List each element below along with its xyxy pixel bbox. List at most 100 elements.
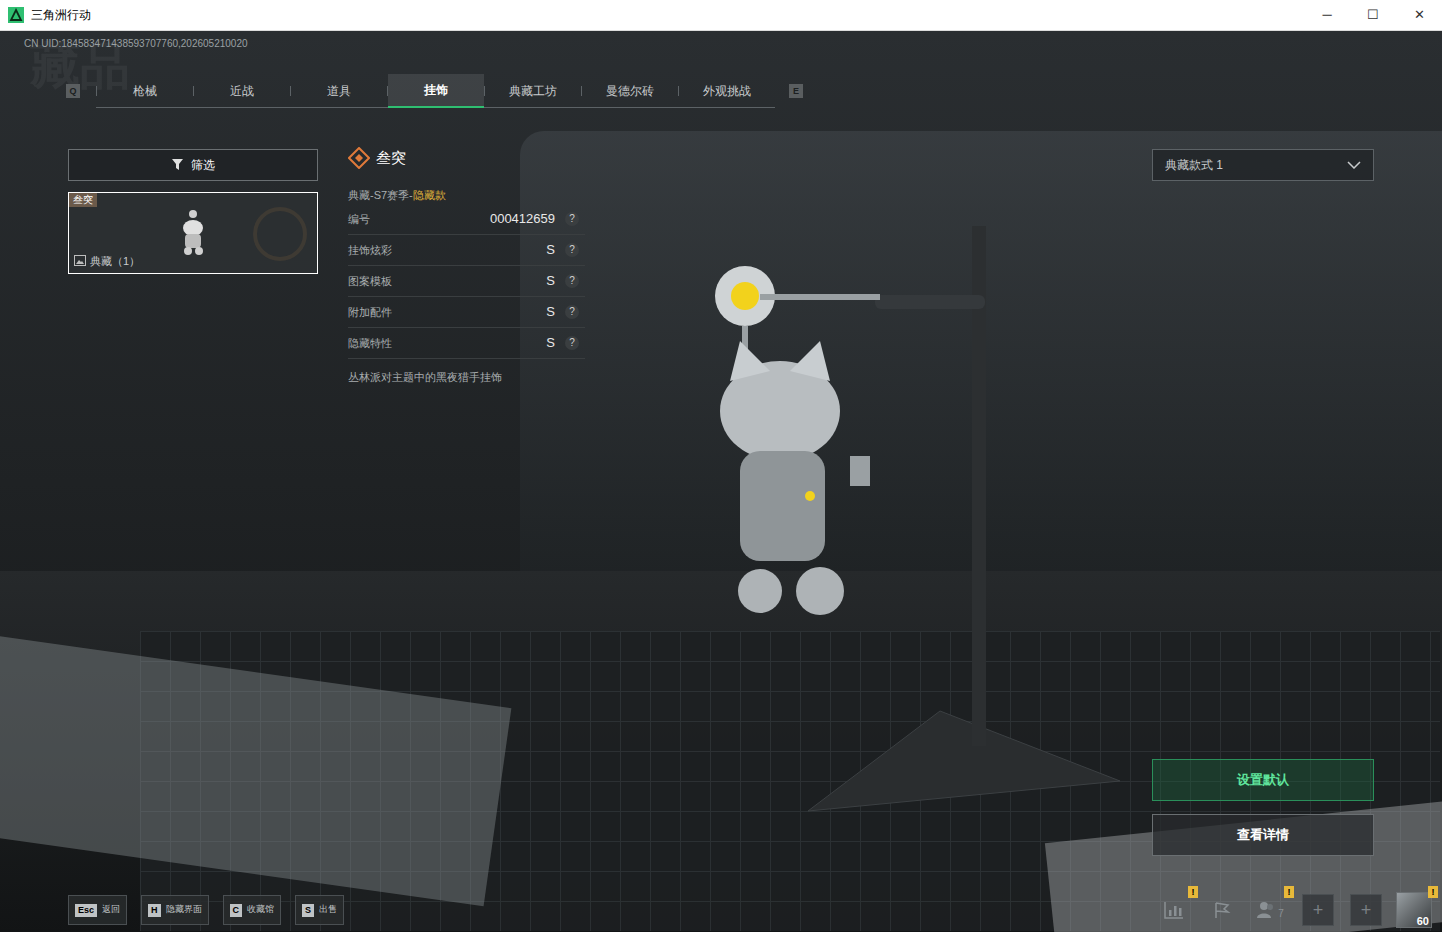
tab-separator	[290, 86, 291, 96]
attribute-label: 隐藏特性	[348, 335, 392, 352]
style-select-value: 典藏款式 1	[1165, 156, 1223, 174]
tray-slot[interactable]: +	[1344, 890, 1388, 930]
uid-label: CN UID:184583471438593707760,20260521002…	[0, 31, 1442, 50]
help-button[interactable]: ?	[565, 274, 579, 288]
charm-stand	[700, 211, 1140, 831]
equipment-case	[520, 131, 1442, 601]
help-button[interactable]: ?	[565, 212, 579, 226]
hotkey-hint[interactable]: Esc 返回	[68, 895, 127, 925]
empty-slot[interactable]: +	[1302, 894, 1334, 926]
work-table	[0, 571, 1442, 932]
help-button[interactable]: ?	[565, 336, 579, 350]
item-list: 筛选叁突典藏（1）	[68, 149, 318, 274]
hotkey-hint[interactable]: S 出售	[295, 895, 344, 925]
help-button[interactable]: ?	[565, 243, 579, 257]
style-select[interactable]: 典藏款式 1	[1152, 149, 1374, 181]
tab-separator	[96, 86, 97, 96]
attribute-label: 图案模板	[348, 273, 392, 290]
alert-badge: !	[1428, 886, 1438, 898]
attribute-row: 挂饰炫彩 S?	[348, 235, 585, 266]
attribute-row: 隐藏特性 S?	[348, 328, 585, 359]
category-tab[interactable]: 近战	[194, 74, 290, 108]
app-window: 三角洲行动─☐✕藏品CN UID:184583471438593707760,2…	[0, 0, 1442, 932]
chevron-down-icon	[1347, 161, 1361, 169]
attribute-row: 图案模板 S?	[348, 266, 585, 297]
item-tag: 叁突	[69, 193, 97, 207]
category-tab[interactable]: 道具	[291, 74, 387, 108]
tray-slot[interactable]: +	[1296, 890, 1340, 930]
player-tray: ! 7! + +60!	[1152, 890, 1436, 930]
tray-flag[interactable]	[1200, 890, 1244, 930]
player-level: 60	[1417, 916, 1429, 927]
window-title: 三角洲行动	[31, 6, 91, 24]
attribute-label: 附加配件	[348, 304, 392, 321]
hotkey-key: C	[230, 904, 243, 917]
attribute-row: 附加配件 S?	[348, 297, 585, 328]
charm-thumbnail-icon	[178, 210, 208, 256]
attribute-value: S	[546, 240, 555, 260]
hotkey-hint[interactable]: H隐藏界面	[141, 895, 209, 925]
title-bar: 三角洲行动 ─☐✕	[0, 0, 1442, 31]
game-scene: 藏品CN UID:184583471438593707760,202605210…	[0, 31, 1442, 932]
blueprint-paper	[0, 636, 511, 906]
window-control-button[interactable]: ─	[1304, 0, 1350, 30]
player-avatar[interactable]: 60	[1396, 892, 1432, 928]
tab-separator	[484, 86, 485, 96]
content-row: 筛选叁突典藏（1）叁突典藏-S7赛季-隐藏款编号000412659?挂饰炫彩S?…	[0, 149, 1442, 386]
item-emblem	[253, 207, 307, 261]
category-tab[interactable]: 曼德尔砖	[582, 74, 678, 108]
action-button[interactable]: 查看详情	[1152, 814, 1374, 856]
tray-avatar[interactable]: 60!	[1392, 890, 1436, 930]
hotkey-label: 出售	[319, 903, 337, 917]
item-variant: 隐藏款	[413, 189, 446, 201]
tray-friends[interactable]: 7!	[1248, 890, 1292, 930]
prev-tab-key[interactable]: Q	[66, 84, 80, 98]
action-buttons: 设置默认查看详情	[0, 759, 1442, 856]
collection-item-card[interactable]: 叁突典藏（1）	[68, 192, 318, 274]
friends-count: 7	[1278, 909, 1284, 919]
ui-layer: CN UID:184583471438593707760,20260521002…	[0, 31, 1442, 932]
item-description: 丛林派对主题中的黑夜猎手挂饰	[348, 369, 585, 386]
item-detail: 叁突典藏-S7赛季-隐藏款编号000412659?挂饰炫彩S?图案模板S?附加配…	[348, 149, 585, 386]
item-count-label: 典藏（1）	[90, 253, 140, 270]
hotkey-label: 收藏馆	[247, 903, 274, 917]
hotkey-hint[interactable]: C 收藏馆	[223, 895, 282, 925]
category-tab[interactable]: 枪械	[97, 74, 193, 108]
item-title: 叁突	[376, 147, 406, 170]
attribute-value: S	[546, 271, 555, 291]
filter-button[interactable]: 筛选	[68, 149, 318, 181]
window-control-button[interactable]: ✕	[1396, 0, 1442, 30]
rarity-diamond-icon	[348, 147, 370, 169]
tray-stats[interactable]: !	[1152, 890, 1196, 930]
category-tab[interactable]: 典藏工坊	[485, 74, 581, 108]
attribute-label: 编号	[348, 211, 370, 228]
tab-separator	[581, 86, 582, 96]
category-tab[interactable]: 挂饰	[388, 74, 484, 108]
app-logo-icon	[8, 7, 24, 23]
next-tab-key[interactable]: E	[789, 84, 803, 98]
stats-icon	[1164, 901, 1184, 919]
tab-separator	[678, 86, 679, 96]
category-tabs: Q 枪械近战道具挂饰典藏工坊曼德尔砖外观挑战 E	[0, 74, 1442, 108]
bottom-bar: Esc返回H隐藏界面C收藏馆S出售!7!++60!	[0, 888, 1442, 932]
attribute-label: 挂饰炫彩	[348, 242, 392, 259]
filter-icon	[172, 159, 185, 171]
hotkey-label: 隐藏界面	[166, 903, 202, 917]
action-button[interactable]: 设置默认	[1152, 759, 1374, 801]
empty-slot[interactable]: +	[1350, 894, 1382, 926]
flag-icon	[1213, 901, 1231, 919]
window-control-button[interactable]: ☐	[1350, 0, 1396, 30]
hotkey-label: 返回	[102, 903, 120, 917]
attribute-value: S	[546, 302, 555, 322]
attribute-value: S	[546, 333, 555, 353]
help-button[interactable]: ?	[565, 305, 579, 319]
hotkey-key: S	[302, 904, 314, 917]
attribute-row: 编号 000412659?	[348, 204, 585, 235]
tab-separator	[193, 86, 194, 96]
alert-badge: !	[1188, 886, 1198, 898]
alert-badge: !	[1284, 886, 1294, 898]
category-tab[interactable]: 外观挑战	[679, 74, 775, 108]
attribute-value: 000412659	[490, 209, 555, 229]
image-icon	[74, 255, 86, 266]
hotkey-key: Esc	[75, 904, 97, 917]
